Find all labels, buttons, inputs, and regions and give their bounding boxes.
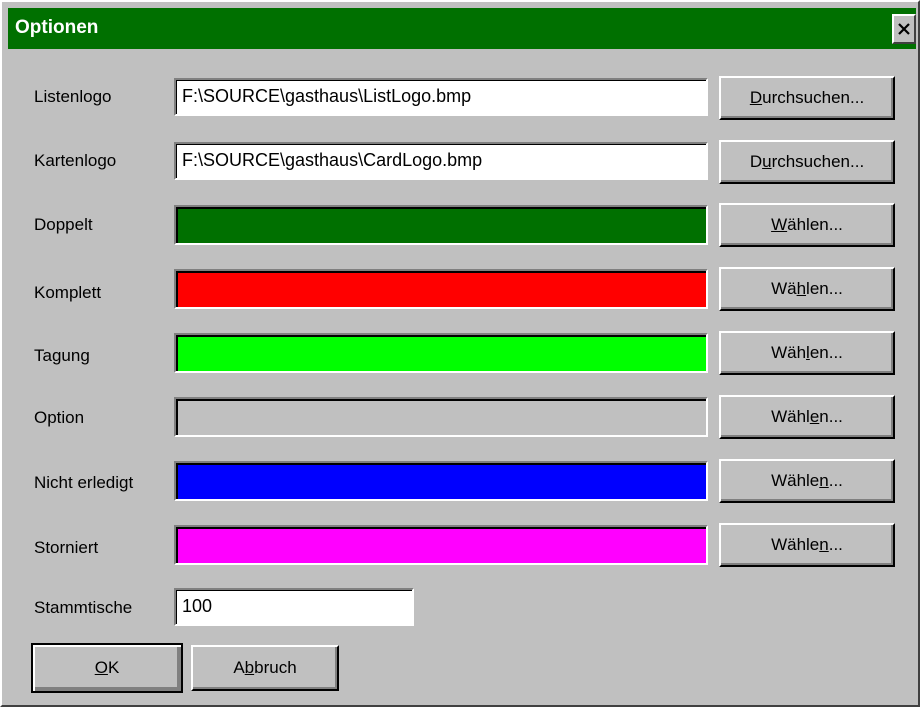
option-label: Option (34, 408, 85, 427)
button-label: Durchsuchen... (749, 88, 865, 107)
listenlogo-input[interactable]: F:\SOURCE\gasthaus\ListLogo.bmp (174, 78, 708, 116)
kartenlogo-input[interactable]: F:\SOURCE\gasthaus\CardLogo.bmp (174, 142, 708, 180)
doppelt-choose-button[interactable]: Wählen... (719, 203, 895, 247)
dialog-title: Optionen (15, 17, 99, 38)
listenlogo-browse-button[interactable]: Durchsuchen... (719, 76, 895, 120)
option-choose-button[interactable]: Wählen... (719, 395, 895, 439)
stammtische-label: Stammtische (34, 598, 133, 617)
komplett-color-swatch (174, 269, 708, 309)
stammtische-input[interactable]: 100 (174, 588, 414, 626)
tagung-label: Tagung (34, 346, 90, 365)
button-label: Wählen... (771, 535, 843, 554)
komplett-choose-button[interactable]: Wählen... (719, 267, 895, 311)
button-label: Wählen... (771, 279, 843, 298)
nicht-erledigt-label: Nicht erledigt (34, 473, 134, 492)
options-dialog: Optionen Listenlogo F:\SOURCE\gasthaus\L… (0, 0, 920, 707)
storniert-choose-button[interactable]: Wählen... (719, 523, 895, 567)
storniert-color-swatch (174, 525, 708, 565)
close-button[interactable] (892, 14, 916, 44)
button-label: Wählen... (771, 407, 843, 426)
title-bar[interactable]: Optionen (8, 8, 916, 49)
nicht-erledigt-choose-button[interactable]: Wählen... (719, 459, 895, 503)
doppelt-color-swatch (174, 205, 708, 245)
button-label: Abbruch (233, 658, 297, 677)
cancel-button[interactable]: Abbruch (191, 645, 339, 691)
button-label: Durchsuchen... (749, 152, 865, 171)
komplett-label: Komplett (34, 283, 102, 302)
doppelt-label: Doppelt (34, 215, 93, 234)
button-label: OK (94, 658, 120, 677)
nicht-erledigt-color-swatch (174, 461, 708, 501)
button-label: Wählen... (771, 215, 843, 234)
listenlogo-label: Listenlogo (34, 87, 112, 106)
button-label: Wählen... (771, 471, 843, 490)
tagung-choose-button[interactable]: Wählen... (719, 331, 895, 375)
tagung-color-swatch (174, 333, 708, 373)
button-label: Wählen... (771, 343, 843, 362)
close-icon (898, 23, 910, 35)
option-color-swatch (174, 397, 708, 437)
kartenlogo-label: Kartenlogo (34, 151, 117, 170)
storniert-label: Storniert (34, 538, 99, 557)
kartenlogo-browse-button[interactable]: Durchsuchen... (719, 140, 895, 184)
ok-button[interactable]: OK (31, 643, 183, 693)
